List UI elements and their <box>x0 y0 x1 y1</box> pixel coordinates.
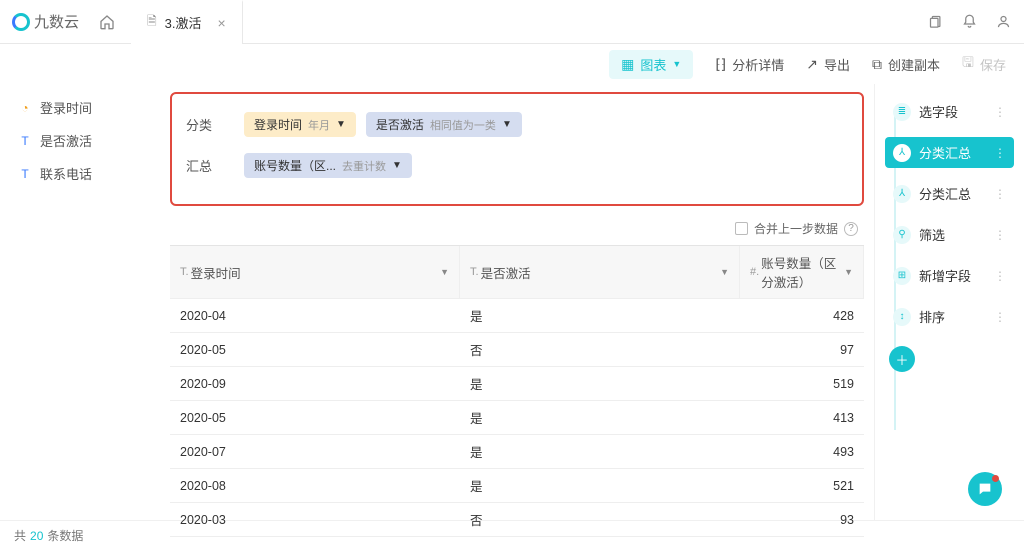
bell-icon[interactable] <box>960 13 978 31</box>
step-panel: ≣选字段⋮ ⅄分类汇总⋮ ⅄分类汇总⋮ ⚲筛选⋮ ⊞新增字段⋮ ↕排序⋮ ＋ <box>874 84 1024 520</box>
table-row[interactable]: 2020-05是413 <box>170 401 864 435</box>
chevron-down-icon: ▼ <box>392 160 402 171</box>
logo-icon <box>12 13 30 31</box>
export-icon: ↗ <box>806 56 818 73</box>
step-item[interactable]: ⅄分类汇总⋮ <box>885 178 1014 209</box>
help-icon[interactable]: ? <box>844 222 858 236</box>
chart-icon: ▦ <box>621 56 634 73</box>
table-row[interactable]: 2020-04是428 <box>170 299 864 333</box>
more-icon[interactable]: ⋮ <box>994 228 1006 242</box>
save-button[interactable]: 🖫 保存 <box>962 52 1006 76</box>
chevron-down-icon: ▼ <box>672 59 681 69</box>
table-row[interactable]: 2020-09是519 <box>170 367 864 401</box>
field-item[interactable]: ◔登录时间 <box>18 98 152 117</box>
chat-button[interactable] <box>968 472 1002 506</box>
merge-label: 合并上一步数据 <box>754 220 838 237</box>
table-row[interactable]: 2020-08是521 <box>170 469 864 503</box>
step-icon: ⅄ <box>893 185 911 203</box>
chevron-down-icon: ▼ <box>336 119 346 130</box>
step-icon: ≣ <box>893 103 911 121</box>
export-button[interactable]: ↗ 导出 <box>806 55 850 74</box>
more-icon[interactable]: ⋮ <box>994 146 1006 160</box>
config-panel: 分类 登录时间年月▼ 是否激活相同值为一类▼ 汇总 账号数量（区...去重计数▼ <box>170 92 864 206</box>
step-icon: ⅄ <box>893 144 911 162</box>
text-icon: T <box>18 134 32 148</box>
step-item[interactable]: ⅄分类汇总⋮ <box>885 137 1014 168</box>
group-label: 分类 <box>186 115 226 134</box>
step-icon: ⚲ <box>893 226 911 244</box>
chevron-down-icon: ▼ <box>440 267 449 277</box>
detail-button[interactable]: ⁅⁆ 分析详情 <box>715 55 784 74</box>
step-item[interactable]: ≣选字段⋮ <box>885 96 1014 127</box>
step-item[interactable]: ↕排序⋮ <box>885 301 1014 332</box>
more-icon[interactable]: ⋮ <box>994 105 1006 119</box>
chevron-down-icon: ▼ <box>720 267 729 277</box>
chevron-down-icon: ▼ <box>502 119 512 130</box>
step-item[interactable]: ⊞新增字段⋮ <box>885 260 1014 291</box>
document-icon: 🗎 <box>147 12 157 33</box>
result-table: T.登录时间▼T.是否激活▼#.账号数量（区分激活）▼ 2020-04是4282… <box>170 245 864 537</box>
text-icon: T <box>18 167 32 181</box>
home-icon[interactable] <box>93 8 121 36</box>
step-icon: ⊞ <box>893 267 911 285</box>
table-row[interactable]: 2020-03否93 <box>170 503 864 537</box>
table-row[interactable]: 2020-05否97 <box>170 333 864 367</box>
step-item[interactable]: ⚲筛选⋮ <box>885 219 1014 250</box>
clipboard-icon[interactable] <box>926 13 944 31</box>
more-icon[interactable]: ⋮ <box>994 269 1006 283</box>
step-icon: ↕ <box>893 308 911 326</box>
document-tab[interactable]: 🗎 3.激活 × <box>131 0 243 44</box>
chart-button[interactable]: ▦ 图表 ▼ <box>609 50 693 79</box>
agg-label: 汇总 <box>186 156 226 175</box>
merge-checkbox[interactable] <box>735 222 748 235</box>
copy-icon: ⧉ <box>872 56 882 73</box>
config-pill[interactable]: 是否激活相同值为一类▼ <box>366 112 522 137</box>
close-icon[interactable]: × <box>218 15 226 31</box>
row-count: 20 <box>30 529 43 543</box>
chevron-down-icon: ▼ <box>844 267 853 277</box>
more-icon[interactable]: ⋮ <box>994 310 1006 324</box>
add-step-button[interactable]: ＋ <box>889 346 915 372</box>
field-item[interactable]: T联系电话 <box>18 164 152 183</box>
field-list: ◔登录时间 T是否激活 T联系电话 <box>0 84 170 520</box>
brand-logo: 九数云 <box>12 11 79 32</box>
copy-button[interactable]: ⧉ 创建副本 <box>872 55 940 74</box>
brand-name: 九数云 <box>34 11 79 32</box>
tab-title: 3.激活 <box>165 13 202 32</box>
column-header[interactable]: T.是否激活▼ <box>460 246 740 299</box>
table-row[interactable]: 2020-07是493 <box>170 435 864 469</box>
save-icon: 🖫 <box>962 52 974 76</box>
field-item[interactable]: T是否激活 <box>18 131 152 150</box>
user-icon[interactable] <box>994 13 1012 31</box>
column-header[interactable]: T.登录时间▼ <box>170 246 460 299</box>
more-icon[interactable]: ⋮ <box>994 187 1006 201</box>
config-pill[interactable]: 登录时间年月▼ <box>244 112 356 137</box>
scan-icon: ⁅⁆ <box>715 56 726 73</box>
config-pill[interactable]: 账号数量（区...去重计数▼ <box>244 153 412 178</box>
clock-icon: ◔ <box>18 101 32 115</box>
column-header[interactable]: #.账号数量（区分激活）▼ <box>740 246 864 299</box>
